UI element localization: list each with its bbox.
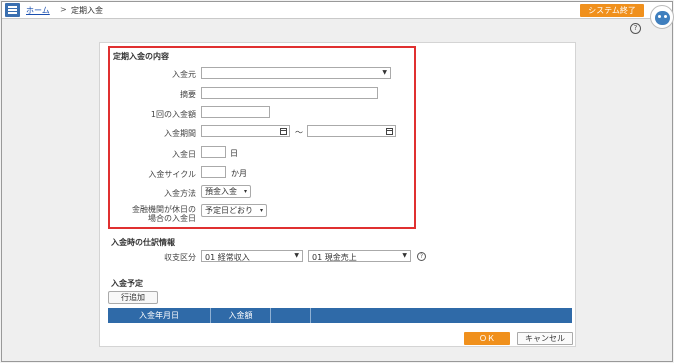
section-title-journal: 入金時の仕訳情報: [111, 238, 175, 247]
column-header-blank: [271, 308, 311, 323]
schedule-table-header: 入金年月日 入金額: [108, 308, 572, 323]
category-select[interactable]: 01 経常収入 ▼: [201, 250, 303, 262]
help-icon[interactable]: ?: [417, 252, 426, 261]
calendar-icon[interactable]: [280, 128, 287, 135]
form-panel: 定期入金の内容 入金元 ▼ 摘要 1回の入金額 入金期間 ～ 入金日 日 入金サ…: [99, 42, 576, 347]
holiday-label-line2: 場合の入金日: [148, 214, 196, 223]
column-header-date[interactable]: 入金年月日: [108, 308, 211, 323]
chevron-down-icon: ▼: [402, 252, 407, 259]
holiday-label-line1: 金融機関が休日の: [132, 205, 196, 214]
system-exit-button[interactable]: システム終了: [580, 4, 644, 17]
period-label: 入金期間: [164, 129, 196, 138]
method-select[interactable]: 預金入金 ▾: [201, 185, 251, 198]
day-input[interactable]: [201, 146, 226, 158]
breadcrumb-separator: >: [60, 5, 67, 14]
period-tilde: ～: [295, 128, 303, 137]
section-title-schedule: 入金予定: [111, 279, 143, 288]
source-select[interactable]: ▼: [201, 67, 391, 79]
chevron-down-icon: ▼: [294, 252, 299, 259]
column-header-amount[interactable]: 入金額: [211, 308, 271, 323]
top-bar: ホーム > 定期入金 システム終了: [2, 2, 672, 19]
hamburger-menu-icon[interactable]: [5, 3, 20, 17]
cycle-label: 入金サイクル: [148, 170, 196, 179]
method-label: 入金方法: [164, 189, 196, 198]
amount-label: 1回の入金額: [150, 110, 196, 119]
breadcrumb-current: 定期入金: [71, 6, 103, 15]
amount-input[interactable]: [201, 106, 270, 118]
day-label: 入金日: [172, 150, 196, 159]
memo-input[interactable]: [201, 87, 378, 99]
subcategory-select[interactable]: 01 現金売上 ▼: [308, 250, 411, 262]
app-frame: ホーム > 定期入金 システム終了 ? 定期入金の内容 入金元 ▼ 摘要 1回の…: [1, 1, 674, 362]
user-avatar-icon[interactable]: [650, 5, 674, 29]
source-label: 入金元: [172, 70, 196, 79]
add-row-button[interactable]: 行追加: [108, 291, 158, 304]
cancel-button[interactable]: キャンセル: [517, 332, 573, 345]
ok-button[interactable]: ＯＫ: [464, 332, 510, 345]
breadcrumb-home-link[interactable]: ホーム: [26, 5, 50, 16]
period-end-input[interactable]: [307, 125, 396, 137]
chevron-down-icon: ▼: [382, 69, 387, 76]
section-title-content: 定期入金の内容: [113, 52, 169, 61]
holiday-label: 金融機関が休日の 場合の入金日: [120, 205, 196, 223]
calendar-icon[interactable]: [386, 128, 393, 135]
help-icon[interactable]: ?: [630, 23, 641, 34]
memo-label: 摘要: [180, 90, 196, 99]
chevron-down-icon: ▾: [259, 207, 263, 214]
period-start-input[interactable]: [201, 125, 290, 137]
holiday-select[interactable]: 予定日どおり ▾: [201, 204, 267, 217]
cycle-unit: か月: [231, 169, 247, 178]
day-unit: 日: [230, 149, 238, 158]
chevron-down-icon: ▾: [243, 188, 247, 195]
cycle-input[interactable]: [201, 166, 226, 178]
category-label: 収支区分: [164, 253, 196, 262]
